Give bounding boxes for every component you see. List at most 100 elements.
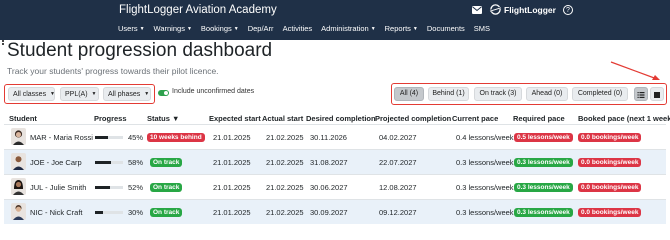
current-pace: 0.3 lessons/week — [456, 158, 514, 167]
include-unconfirmed-toggle[interactable] — [158, 90, 169, 96]
chevron-down-icon: ▼ — [144, 91, 150, 97]
column-header-status[interactable]: Status ▼ — [147, 114, 179, 123]
expected-start: 21.01.2025 — [213, 133, 251, 142]
avatar — [11, 153, 26, 170]
avatar — [11, 128, 26, 145]
chevron-down-icon: ▼ — [91, 91, 97, 97]
nav-item-documents[interactable]: Documents — [427, 24, 465, 33]
grid-icon — [654, 92, 660, 98]
required-pace-badge: 0.3 lessons/week — [514, 208, 573, 217]
drag-handle-icon — [2, 40, 5, 48]
desired-completion: 30.11.2026 — [310, 133, 347, 142]
student-name[interactable]: JOE - Joe Carp — [30, 158, 82, 167]
list-icon — [637, 92, 645, 98]
column-header-required-pace[interactable]: Required pace — [513, 114, 565, 123]
column-header-student[interactable]: Student — [9, 114, 37, 123]
progress-bar — [95, 136, 123, 139]
column-header-actual-start[interactable]: Actual start — [262, 114, 303, 123]
chevron-down-icon: ▼ — [139, 26, 145, 32]
app-title[interactable]: FlightLogger Aviation Academy — [119, 4, 277, 16]
status-badge: On track — [150, 208, 183, 217]
current-pace: 0.3 lessons/week — [456, 208, 514, 217]
help-icon[interactable]: ? — [562, 4, 573, 15]
progress-percent: 58% — [128, 158, 144, 167]
list-view-button[interactable] — [634, 87, 648, 101]
phases-dropdown[interactable]: All phases ▼ — [103, 87, 151, 101]
status-filter-all[interactable]: All (4) — [394, 87, 424, 101]
nav-item-users[interactable]: Users ▼ — [118, 24, 145, 33]
progress-bar — [95, 161, 123, 164]
required-pace-badge: 0.3 lessons/week — [514, 183, 573, 192]
progress-bar-fill — [95, 136, 108, 139]
program-dropdown[interactable]: PPL(A) ▼ — [60, 87, 99, 101]
table-row[interactable]: NIC - Nick Craft 30% On track 21.01.2025… — [4, 200, 666, 224]
desired-completion: 30.06.2027 — [310, 183, 348, 192]
status-badge: On track — [150, 183, 183, 192]
column-header-desired-completion[interactable]: Desired completion — [306, 114, 376, 123]
current-pace: 0.3 lessons/week — [456, 183, 514, 192]
projected-completion: 12.08.2027 — [379, 183, 417, 192]
booked-pace-badge: 0.0 bookings/week — [578, 208, 642, 217]
nav-item-administration[interactable]: Administration ▼ — [321, 24, 375, 33]
classes-dropdown[interactable]: All classes ▼ — [8, 87, 55, 101]
status-filter-on-track[interactable]: On track (3) — [474, 87, 522, 101]
logo-text: FlightLogger — [504, 4, 556, 15]
nav-item-reports[interactable]: Reports ▼ — [385, 24, 418, 33]
booked-pace-badge: 0.0 bookings/week — [578, 183, 642, 192]
chevron-down-icon: ▼ — [186, 26, 192, 32]
progress-percent: 30% — [128, 208, 144, 217]
progress-bar — [95, 211, 123, 214]
booked-pace-badge: 0.0 bookings/week — [578, 158, 642, 167]
desired-completion: 30.09.2027 — [310, 208, 348, 217]
nav-item-bookings[interactable]: Bookings ▼ — [201, 24, 239, 33]
avatar — [11, 178, 26, 195]
flightlogger-logo-icon — [489, 4, 502, 15]
nav-item-warnings[interactable]: Warnings ▼ — [154, 24, 192, 33]
include-unconfirmed-label: Include unconfirmed dates — [172, 88, 255, 95]
status-filter-completed[interactable]: Completed (0) — [572, 87, 628, 101]
booked-pace-badge: 0.0 bookings/week — [578, 133, 642, 142]
progress-percent: 45% — [128, 133, 144, 142]
status-badge: On track — [150, 158, 183, 167]
page-subtitle: Track your students' progress towards th… — [7, 66, 219, 76]
page-title: Student progression dashboard — [7, 40, 273, 61]
nav-item-sms[interactable]: SMS — [474, 24, 490, 33]
expected-start: 21.01.2025 — [213, 158, 251, 167]
actual-start: 21.02.2025 — [266, 208, 304, 217]
student-name[interactable]: NIC - Nick Craft — [30, 208, 83, 217]
expected-start: 21.01.2025 — [213, 208, 251, 217]
table-row[interactable]: JUL - Julie Smith 52% On track 21.01.202… — [4, 175, 666, 199]
column-header-progress[interactable]: Progress — [94, 114, 127, 123]
column-header-current-pace[interactable]: Current pace — [452, 114, 498, 123]
column-header-booked-pace[interactable]: Booked pace (next 1 week) — [578, 114, 670, 123]
avatar — [11, 203, 26, 220]
grid-view-button[interactable] — [650, 87, 664, 101]
main-nav: Users ▼ Warnings ▼ Bookings ▼ Dep/Arr Activ… — [118, 24, 499, 33]
required-pace-badge: 0.5 lessons/week — [514, 133, 573, 142]
table-row[interactable]: MAR - Maria Rossi 45% 10 weeks behind 21… — [4, 125, 666, 149]
student-name[interactable]: MAR - Maria Rossi — [30, 133, 93, 142]
progress-bar-fill — [95, 161, 112, 164]
mail-icon[interactable] — [472, 5, 482, 14]
chevron-down-icon: ▼ — [233, 26, 239, 32]
current-pace: 0.4 lessons/week — [456, 133, 514, 142]
projected-completion: 09.12.2027 — [379, 208, 417, 217]
chevron-down-icon: ▼ — [412, 26, 418, 32]
top-navbar: FlightLogger Aviation Academy FlightLogg… — [0, 0, 670, 40]
status-filter-behind[interactable]: Behind (1) — [428, 87, 469, 101]
nav-item-activities[interactable]: Activities — [283, 24, 313, 33]
projected-completion: 22.07.2027 — [379, 158, 417, 167]
progress-bar-fill — [95, 186, 110, 189]
table-row[interactable]: JOE - Joe Carp 58% On track 21.01.2025 2… — [4, 150, 666, 174]
progress-percent: 52% — [128, 183, 144, 192]
required-pace-badge: 0.3 lessons/week — [514, 158, 573, 167]
expected-start: 21.01.2025 — [213, 183, 251, 192]
chevron-down-icon: ▼ — [370, 26, 376, 32]
status-filter-ahead[interactable]: Ahead (0) — [526, 87, 568, 101]
actual-start: 21.02.2025 — [266, 183, 304, 192]
column-header-expected-start[interactable]: Expected start — [209, 114, 261, 123]
nav-item-dep-arr[interactable]: Dep/Arr — [248, 24, 274, 33]
desired-completion: 31.08.2027 — [310, 158, 348, 167]
student-name[interactable]: JUL - Julie Smith — [30, 183, 86, 192]
column-header-projected-completion[interactable]: Projected completion — [375, 114, 451, 123]
